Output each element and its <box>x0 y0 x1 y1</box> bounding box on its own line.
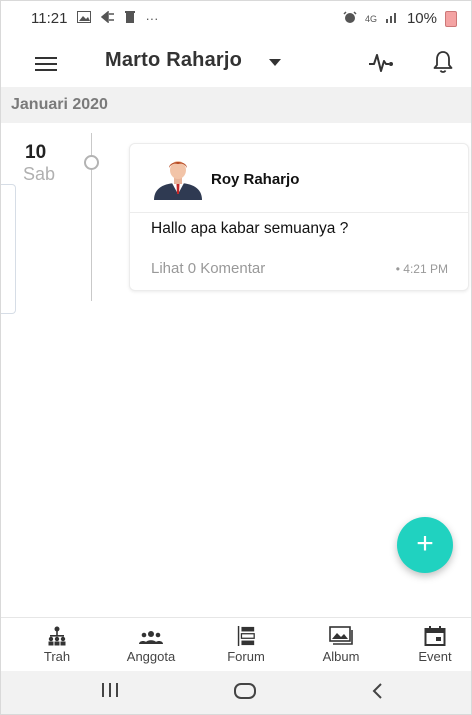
nav-item-event[interactable]: Event <box>395 626 471 664</box>
more-notifications: ··· <box>145 11 159 26</box>
recent-apps-icon <box>102 683 118 697</box>
nav-item-album[interactable]: Album <box>301 626 381 664</box>
gallery-notification-icon <box>77 11 92 26</box>
app-notification-icon <box>101 10 115 26</box>
home-button[interactable] <box>233 681 257 707</box>
notifications-button[interactable] <box>431 49 455 75</box>
nav-item-trah[interactable]: Trah <box>17 626 97 664</box>
back-icon <box>372 683 382 699</box>
members-icon <box>139 631 163 644</box>
activity-icon <box>369 54 393 72</box>
month-header: Januari 2020 <box>1 87 471 123</box>
signal-icon <box>385 11 399 26</box>
event-icon <box>424 626 446 646</box>
nav-label: Forum <box>227 649 265 664</box>
app-bar: Marto Raharjo <box>1 37 471 87</box>
alarm-icon <box>343 10 357 27</box>
timeline-dot <box>84 155 99 170</box>
status-time: 11:21 <box>31 10 68 27</box>
menu-icon <box>35 57 57 59</box>
post-author[interactable]: Roy Raharjo <box>211 171 299 188</box>
bottom-navigation: Trah Anggota Forum Album Event <box>1 617 471 672</box>
month-label: Januari 2020 <box>11 96 108 113</box>
network-type: 4G <box>364 13 377 24</box>
post-text: Hallo apa kabar semuanya ? <box>151 220 349 237</box>
avatar[interactable] <box>152 156 204 200</box>
battery-icon <box>445 10 457 27</box>
family-tree-icon <box>48 626 66 646</box>
nav-label: Event <box>418 649 452 664</box>
recent-apps-button[interactable] <box>100 681 120 705</box>
day-number: 10 <box>25 142 47 163</box>
home-icon <box>234 683 256 699</box>
forum-icon <box>237 626 255 646</box>
view-comments-link[interactable]: Lihat 0 Komentar <box>151 260 265 277</box>
post-time: • 4:21 PM <box>395 262 448 276</box>
post-card[interactable]: Roy Raharjo Hallo apa kabar semuanya ? L… <box>129 143 469 291</box>
status-left: 11:21 ··· <box>31 10 158 27</box>
account-title[interactable]: Marto Raharjo <box>105 49 242 72</box>
trash-notification-icon <box>125 11 136 26</box>
system-navigation-bar <box>1 671 471 714</box>
bell-icon <box>433 51 453 73</box>
battery-percent: 10% <box>406 10 437 27</box>
nav-label: Anggota <box>126 649 176 664</box>
chevron-down-icon[interactable] <box>269 59 281 66</box>
status-bar: 11:21 ··· 4G 10% <box>1 1 471 37</box>
nav-label: Trah <box>43 649 71 664</box>
nav-item-forum[interactable]: Forum <box>206 626 286 664</box>
nav-label: Album <box>322 649 360 664</box>
side-handle[interactable] <box>1 184 16 314</box>
day-name: Sab <box>23 164 56 184</box>
activity-button[interactable] <box>367 51 395 75</box>
app-screen: 11:21 ··· 4G 10% Marto Raharjo Januari 2… <box>0 0 472 715</box>
menu-button[interactable] <box>35 57 57 71</box>
plus-icon: + <box>416 527 434 560</box>
album-icon <box>329 626 353 645</box>
add-post-button[interactable]: + <box>397 517 453 573</box>
post-header: Roy Raharjo <box>130 144 468 213</box>
back-button[interactable] <box>371 681 385 707</box>
nav-item-anggota[interactable]: Anggota <box>111 626 191 664</box>
status-right: 4G 10% <box>343 10 457 27</box>
